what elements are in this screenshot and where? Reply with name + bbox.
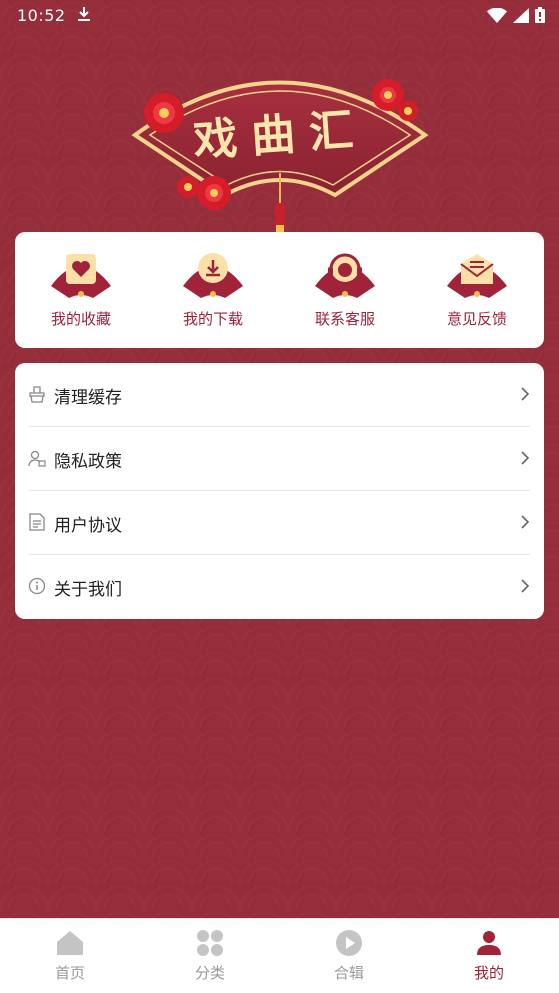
- favorites-label: 我的收藏: [50, 310, 111, 328]
- grid-icon: [197, 930, 223, 956]
- nav-category[interactable]: 分类: [140, 919, 280, 993]
- clear-cache-row[interactable]: 清理缓存: [15, 363, 544, 427]
- feedback-button[interactable]: 意见反馈: [411, 246, 543, 336]
- nav-mine-label: 我的: [473, 964, 504, 982]
- chevron-right-icon: [521, 579, 530, 593]
- nav-home-label: 首页: [54, 964, 85, 982]
- profile-icon: [477, 931, 501, 955]
- bottom-nav: 首页 分类 合辑 我的: [0, 918, 559, 993]
- chevron-right-icon: [521, 451, 530, 465]
- privacy-policy-label: 隐私政策: [54, 452, 122, 472]
- home-icon: [57, 931, 83, 955]
- user-agreement-row[interactable]: 用户协议: [15, 491, 544, 555]
- privacy-policy-row[interactable]: 隐私政策: [15, 427, 544, 491]
- mail-icon: [447, 254, 507, 298]
- nav-category-label: 分类: [194, 964, 225, 982]
- download-status-icon: [77, 6, 91, 26]
- document-icon: [29, 513, 45, 531]
- user-agreement-label: 用户协议: [54, 516, 122, 536]
- status-bar: 10:52: [0, 0, 559, 30]
- user-lock-icon: [28, 450, 46, 467]
- broom-icon: [29, 386, 45, 403]
- download-icon: [183, 253, 243, 298]
- battery-icon: [535, 7, 545, 23]
- downloads-label: 我的下载: [182, 310, 243, 328]
- nav-collection-label: 合辑: [333, 964, 364, 982]
- chevron-right-icon: [521, 387, 530, 401]
- signal-icon: [513, 7, 529, 23]
- favorites-button[interactable]: 我的收藏: [15, 246, 147, 336]
- about-us-label: 关于我们: [54, 580, 122, 600]
- customer-service-button[interactable]: 联系客服: [279, 246, 411, 336]
- play-icon: [336, 930, 362, 956]
- nav-home[interactable]: 首页: [0, 919, 140, 993]
- heart-envelope-icon: [51, 254, 111, 298]
- flower-left-top: [144, 93, 184, 133]
- settings-list: 清理缓存 隐私政策 用户协议 关于我们: [15, 363, 544, 619]
- chevron-right-icon: [521, 515, 530, 529]
- downloads-button[interactable]: 我的下载: [147, 246, 279, 336]
- status-icons: [487, 7, 545, 23]
- clear-cache-label: 清理缓存: [54, 388, 122, 408]
- status-time: 10:52: [17, 6, 66, 25]
- info-icon: [28, 577, 46, 595]
- headset-icon: [315, 253, 375, 298]
- about-us-row[interactable]: 关于我们: [15, 555, 544, 619]
- quick-actions-card: 我的收藏 我的下载 联系客服 意见反馈: [15, 232, 544, 348]
- app-title: 戏曲汇: [191, 103, 369, 167]
- nav-collection[interactable]: 合辑: [279, 919, 419, 993]
- nav-mine[interactable]: 我的: [419, 919, 559, 993]
- customer-service-label: 联系客服: [314, 310, 375, 328]
- feedback-label: 意见反馈: [446, 310, 507, 328]
- fan-banner: 戏曲汇: [130, 55, 430, 235]
- wifi-icon: [487, 7, 507, 23]
